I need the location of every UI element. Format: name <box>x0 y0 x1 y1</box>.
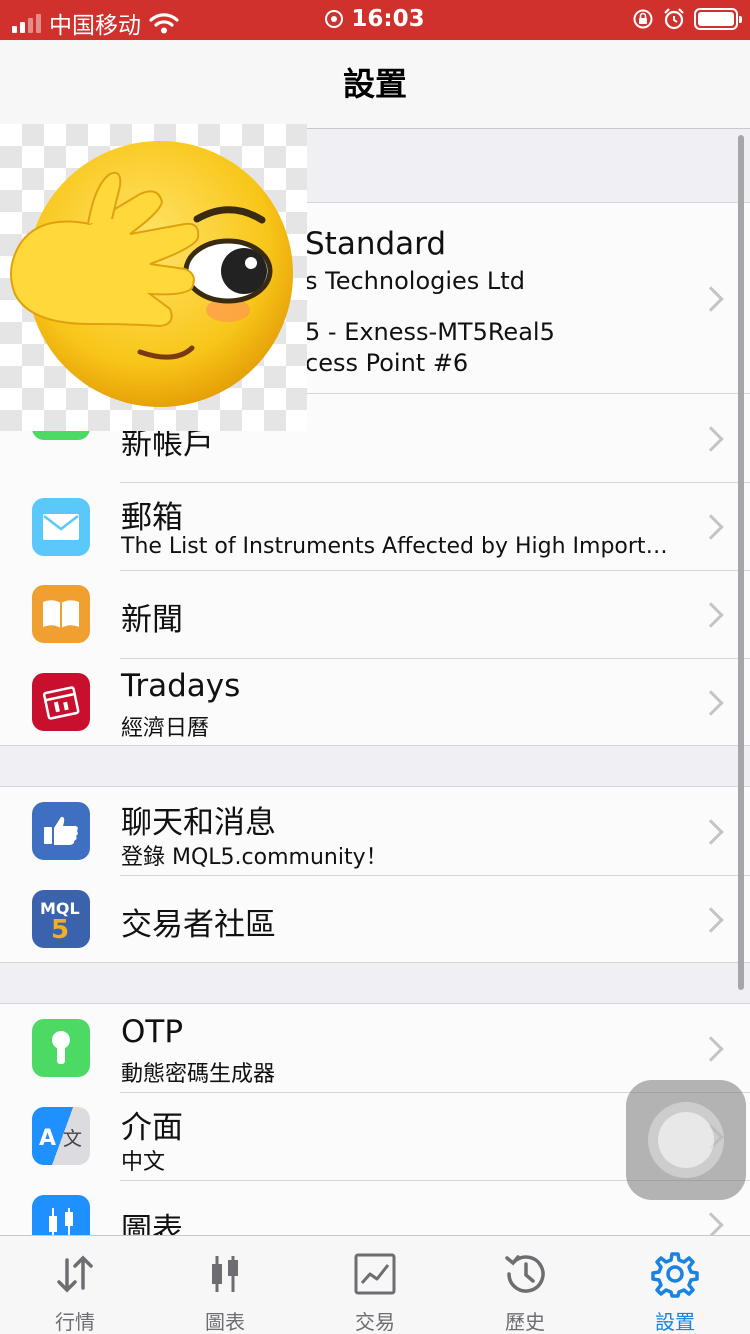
tab-label: 行情 <box>55 1310 95 1334</box>
tab-label: 設置 <box>655 1310 695 1334</box>
scroll-indicator[interactable] <box>738 135 744 990</box>
keyhole-icon <box>32 1019 90 1077</box>
nav-bar: 設置 <box>0 40 750 129</box>
mql5-icon: MQL 5 <box>32 890 90 948</box>
tab-bar: 行情 圖表 交易 歷史 設置 <box>0 1235 750 1334</box>
tab-quotes[interactable]: 行情 <box>0 1236 150 1334</box>
row-subtitle: The List of Instruments Affected by High… <box>121 534 681 559</box>
page-title: 設置 <box>342 65 407 103</box>
chevron-right-icon <box>698 286 724 312</box>
settings-icon <box>651 1252 699 1298</box>
tab-settings[interactable]: 設置 <box>600 1236 750 1334</box>
row-news[interactable]: 新聞 <box>0 570 750 659</box>
account-server: 5 - Exness-MT5Real5 <box>305 318 555 346</box>
row-chat[interactable]: 聊天和消息 登錄 MQL5.community！ <box>0 787 750 876</box>
row-subtitle: 動態密碼生成器 <box>121 1062 276 1087</box>
chevron-right-icon <box>698 819 724 845</box>
chart-icon <box>212 1256 238 1292</box>
emoji-sticker <box>0 124 307 431</box>
battery-icon <box>694 8 742 30</box>
chevron-right-icon <box>698 426 724 452</box>
thumbs-up-icon <box>32 802 90 860</box>
chevron-right-icon <box>698 1212 724 1235</box>
tab-history[interactable]: 歷史 <box>450 1236 600 1334</box>
account-type: Standard <box>305 226 447 262</box>
translate-icon: A文 <box>32 1107 90 1165</box>
row-title: Tradays <box>121 668 241 704</box>
chevron-right-icon <box>698 907 724 933</box>
group-community: 聊天和消息 登錄 MQL5.community！ MQL 5 交易者社區 <box>0 786 750 963</box>
svg-text:文: 文 <box>63 1128 82 1150</box>
row-subtitle: 中文 <box>121 1150 166 1175</box>
row-title: 新聞 <box>121 602 183 638</box>
tab-label: 交易 <box>355 1310 395 1334</box>
row-title: 郵箱 <box>121 500 183 536</box>
row-title: 介面 <box>121 1110 183 1146</box>
status-bar: 中国移动 16:03 <box>0 0 750 40</box>
group-accounts-messages: 新帳戶 郵箱 The List of Instruments Affected … <box>0 382 750 746</box>
svg-text:A: A <box>39 1126 56 1151</box>
tab-label: 歷史 <box>505 1310 545 1334</box>
row-title: OTP <box>121 1014 184 1050</box>
book-icon <box>32 585 90 643</box>
section-spacer <box>0 963 750 1003</box>
tab-label: 圖表 <box>205 1310 245 1334</box>
chart-icon <box>32 1195 90 1235</box>
section-spacer <box>0 746 750 786</box>
trade-icon <box>354 1253 396 1295</box>
row-title: 交易者社區 <box>121 907 276 943</box>
rotation-lock-icon <box>633 9 653 29</box>
quotes-icon <box>57 1255 93 1293</box>
history-icon <box>505 1255 545 1293</box>
row-tradays[interactable]: Tradays 經濟日曆 <box>0 658 750 746</box>
chevron-right-icon <box>698 514 724 540</box>
row-otp[interactable]: OTP 動態密碼生成器 <box>0 1004 750 1093</box>
alarm-icon <box>664 8 684 30</box>
account-company: s Technologies Ltd <box>305 267 525 295</box>
chevron-right-icon <box>698 602 724 628</box>
svg-text:5: 5 <box>51 915 69 944</box>
row-traders-community[interactable]: MQL 5 交易者社區 <box>0 875 750 963</box>
tab-trade[interactable]: 交易 <box>300 1236 450 1334</box>
account-access-point: cess Point #6 <box>305 349 469 377</box>
face-palm-emoji-icon <box>10 141 293 407</box>
row-title: 聊天和消息 <box>121 805 276 841</box>
calendar-icon <box>32 673 90 731</box>
status-time: 16:03 <box>351 6 425 32</box>
status-right <box>632 7 742 31</box>
mail-icon <box>32 498 90 556</box>
row-subtitle: 經濟日曆 <box>121 716 210 741</box>
chevron-right-icon <box>698 690 724 716</box>
assistive-touch-button[interactable] <box>626 1080 746 1200</box>
tab-charts[interactable]: 圖表 <box>150 1236 300 1334</box>
chevron-right-icon <box>698 1036 724 1062</box>
recording-icon <box>325 10 344 28</box>
row-title: 圖表 <box>121 1212 183 1235</box>
row-subtitle: 登錄 MQL5.community！ <box>121 845 388 870</box>
row-mailbox[interactable]: 郵箱 The List of Instruments Affected by H… <box>0 482 750 571</box>
